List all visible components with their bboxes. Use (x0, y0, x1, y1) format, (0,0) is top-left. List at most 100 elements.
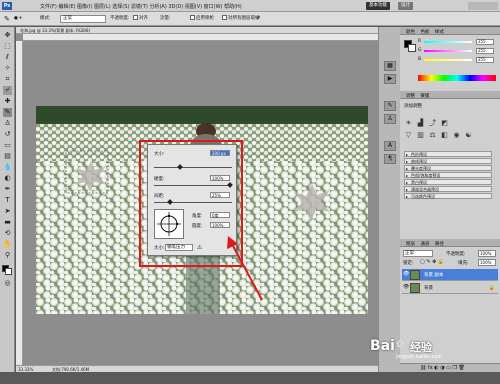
green-slider-row: G 255 (418, 48, 494, 54)
exposure-icon[interactable]: ◩ (440, 119, 449, 128)
type-tool-icon[interactable]: T (3, 196, 12, 205)
lock-icons[interactable]: ▢ ✎ ✥ 🔒 (420, 259, 444, 265)
clone-source-panel-icon[interactable]: ♙ (384, 114, 396, 124)
quick-select-tool-icon[interactable]: ✧ (3, 64, 12, 73)
workspace-design-button[interactable]: 设计 (398, 2, 413, 10)
lasso-tool-icon[interactable]: ℓ (3, 53, 12, 62)
sample-all-checkbox[interactable] (222, 15, 227, 20)
tab-adjustments[interactable]: 调整 (406, 93, 415, 99)
color-balance-icon[interactable]: ⚖ (428, 131, 437, 140)
hand-tool-icon[interactable]: ✋ (3, 240, 12, 249)
fill-label: 填充: (458, 261, 469, 266)
preset-hue-saturation[interactable]: 色相/饱和度预设 (404, 172, 492, 178)
blur-tool-icon[interactable]: 💧 (3, 163, 12, 172)
airbrush-label: 启用喷枪 (196, 16, 214, 21)
visibility-eye-icon[interactable]: 👁 (403, 285, 409, 290)
layer-name: 背景 (424, 286, 433, 291)
blue-slider[interactable] (424, 59, 472, 61)
workspace-basic-button[interactable]: 基本功能 (366, 2, 390, 10)
background-color-swatch[interactable] (5, 268, 12, 275)
tab-masks[interactable]: 蒙版 (420, 93, 429, 99)
layer-name: 背景 副本 (424, 273, 444, 278)
color-background-swatch[interactable] (408, 44, 416, 52)
preset-curves[interactable]: 曲线预设 (404, 158, 492, 164)
curves-icon[interactable]: ⤴ (428, 119, 437, 128)
brightness-icon[interactable]: ☀ (404, 119, 413, 128)
clone-stamp-tool-icon[interactable]: ♙ (3, 119, 12, 128)
toolbox: ✥ ⬚ ℓ ✧ ⌗ ⌿ ✚ ✎ ♙ ↺ ▭ ▤ 💧 ◐ ✒ T ➤ ▬ ⟲ ✋ … (0, 27, 15, 372)
main-menu[interactable]: 文件(F) 编辑(E) 图像(I) 图层(L) 选择(S) 滤镜(T) 分析(A… (40, 3, 242, 10)
move-tool-icon[interactable]: ✥ (3, 31, 12, 40)
history-panel-icon[interactable]: ▦ (384, 61, 396, 71)
blend-mode-select[interactable]: 正常 (403, 250, 433, 257)
zoom-tool-icon[interactable]: ⚲ (3, 251, 12, 260)
visibility-eye-icon[interactable]: 👁 (403, 272, 409, 277)
tab-color[interactable]: 颜色 (406, 29, 415, 35)
eyedropper-tool-icon[interactable]: ⌿ (3, 86, 12, 95)
vertical-ruler[interactable] (16, 41, 23, 365)
mode-select[interactable]: 正常 (60, 15, 106, 23)
tab-layers[interactable]: 图层 (406, 241, 415, 247)
black-white-icon[interactable]: ◧ (440, 131, 449, 140)
pressure-icon[interactable]: ✐ (256, 15, 261, 23)
preset-levels[interactable]: 色阶预设 (404, 151, 492, 157)
brush-tool-icon[interactable]: ✎ (4, 15, 10, 23)
status-bar: 33.33% 文档:790.6K/1.46M (16, 365, 378, 372)
document-tab[interactable]: 花海.jpg @ 33.3%(背景 副本, RGB/8) (16, 27, 378, 34)
aligned-checkbox[interactable] (133, 15, 138, 20)
layer-opacity-field[interactable]: 100% (478, 250, 496, 257)
channel-mixer-icon[interactable]: ☯ (464, 131, 473, 140)
tab-styles[interactable]: 样式 (435, 29, 444, 35)
horizontal-ruler[interactable] (23, 34, 378, 41)
vibrance-icon[interactable]: ▽ (404, 131, 413, 140)
path-select-tool-icon[interactable]: ➤ (3, 207, 12, 216)
character-panel-icon[interactable]: A (384, 141, 396, 151)
hue-saturation-icon[interactable]: ▥ (416, 131, 425, 140)
quick-mask-icon[interactable]: ◎ (3, 279, 12, 288)
pen-tool-icon[interactable]: ✒ (3, 185, 12, 194)
airbrush-option[interactable]: 启用喷枪 (190, 15, 214, 23)
red-slider[interactable] (424, 41, 472, 43)
mode-label: 模式: (40, 16, 51, 21)
aligned-option[interactable]: 对齐 (133, 15, 148, 23)
history-brush-tool-icon[interactable]: ↺ (3, 130, 12, 139)
brushes-panel-icon[interactable]: ✎ (384, 101, 396, 111)
aligned-label: 对齐 (139, 16, 148, 21)
preset-black-white[interactable]: 黑白预设 (404, 179, 492, 185)
marquee-tool-icon[interactable]: ⬚ (3, 42, 12, 51)
red-slider-row: R 255 (418, 39, 494, 45)
zoom-readout[interactable]: 33.33% (18, 367, 33, 372)
color-spectrum-bar[interactable] (418, 75, 496, 81)
layer-row-background-copy[interactable]: 👁 背景 副本 (402, 269, 498, 281)
brush-tool-icon[interactable]: ✎ (3, 108, 12, 117)
gradient-tool-icon[interactable]: ▤ (3, 152, 12, 161)
tab-channels[interactable]: 通道 (420, 241, 429, 247)
preset-exposure[interactable]: 曝光度预设 (404, 165, 492, 171)
healing-brush-tool-icon[interactable]: ✚ (3, 97, 12, 106)
fill-field[interactable]: 100% (478, 259, 496, 266)
red-value-field[interactable]: 255 (476, 39, 494, 45)
actions-panel-icon[interactable]: ▶ (384, 74, 396, 84)
eraser-tool-icon[interactable]: ▭ (3, 141, 12, 150)
levels-icon[interactable]: ▟ (416, 119, 425, 128)
sample-all-option[interactable]: 对所有图层取样 (222, 15, 260, 23)
photo-filter-icon[interactable]: ◉ (452, 131, 461, 140)
dodge-tool-icon[interactable]: ◐ (3, 174, 12, 183)
tab-paths[interactable]: 路径 (435, 241, 444, 247)
crop-tool-icon[interactable]: ⌗ (3, 75, 12, 84)
preset-channel-mixer[interactable]: 通道混合器预设 (404, 186, 492, 192)
tab-swatches[interactable]: 色板 (420, 29, 429, 35)
layer-row-background[interactable]: 👁 背景 🔒 (402, 282, 498, 294)
blue-value-field[interactable]: 255 (476, 57, 494, 63)
shape-tool-icon[interactable]: ▬ (3, 218, 12, 227)
add-adjustment-title: 添加调整 (404, 104, 422, 109)
window-controls[interactable] (468, 2, 498, 10)
3d-rotate-tool-icon[interactable]: ⟲ (3, 229, 12, 238)
paragraph-panel-icon[interactable]: ¶ (384, 154, 396, 164)
green-value-field[interactable]: 255 (476, 48, 494, 54)
airbrush-checkbox[interactable] (190, 15, 195, 20)
layers-footer-buttons[interactable]: ⛓ fx ◐ ◑ ▭ ❐ 🗑 (400, 363, 500, 372)
brush-preset-picker[interactable]: ● ▾ (14, 15, 22, 23)
green-slider[interactable] (424, 50, 472, 52)
preset-selective-color[interactable]: 可选颜色预设 (404, 193, 492, 199)
